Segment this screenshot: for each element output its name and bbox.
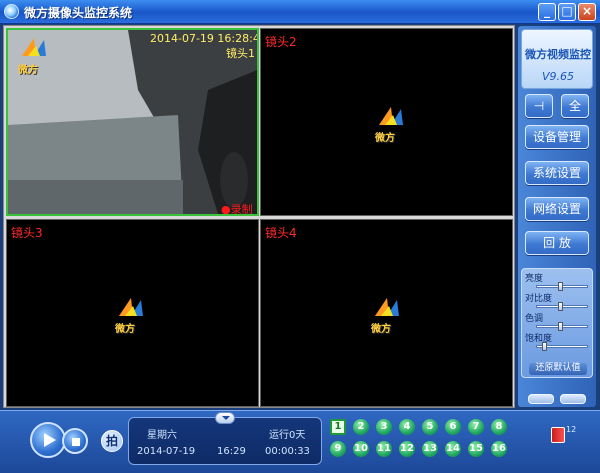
camera-pane-4[interactable]: 镜头4 微方 (260, 219, 513, 407)
camera-1-label: 镜头1 (226, 47, 255, 60)
restore-defaults-button[interactable]: 还原默认值 (529, 363, 587, 375)
channel-button-2[interactable]: 2 (353, 419, 369, 435)
bottom-bar: 拍 星期六 运行0天 2014-07-19 16:29 00:00:33 123… (0, 410, 600, 473)
channel-button-7[interactable]: 7 (468, 419, 484, 435)
channel-button-9[interactable]: 9 (330, 441, 346, 457)
device-management-button[interactable]: 设备管理 (525, 125, 589, 149)
pin-button[interactable]: ⊣ (525, 94, 553, 118)
hue-label: 色调 (525, 314, 544, 324)
app-icon (4, 4, 19, 19)
camera-3-label: 镜头3 (11, 226, 43, 240)
version-label: V9.65 (541, 70, 575, 83)
image-adjust-panel: 亮度 对比度 色调 饱和度 还原默认值 (521, 268, 593, 378)
logo-text: 微方 (115, 324, 135, 335)
weekday-text: 星期六 (147, 430, 177, 441)
close-button[interactable]: × (578, 3, 596, 21)
channel-button-12[interactable]: 12 (399, 441, 415, 457)
saturation-slider[interactable] (536, 342, 588, 351)
lock-button[interactable] (528, 394, 554, 404)
camera-pane-2[interactable]: 镜头2 微方 (260, 28, 513, 216)
channel-button-6[interactable]: 6 (445, 419, 461, 435)
recording-indicator: ●录制 (221, 203, 253, 216)
camera-pane-1[interactable]: 微方 2014-07-19 16:28:44 镜头1 ●录制 (6, 28, 259, 216)
logo-text: 微方 (371, 324, 391, 335)
slider-thumb[interactable] (542, 342, 547, 351)
network-settings-button[interactable]: 网络设置 (525, 197, 589, 221)
fullscreen-button[interactable]: 全 (561, 94, 589, 118)
camera-2-label: 镜头2 (265, 35, 297, 49)
status-panel: 星期六 运行0天 2014-07-19 16:29 00:00:33 (128, 412, 322, 465)
brightness-label: 亮度 (525, 274, 544, 284)
slider-thumb[interactable] (558, 322, 563, 331)
camera-4-label: 镜头4 (265, 226, 297, 240)
channel-button-14[interactable]: 14 (445, 441, 461, 457)
contrast-label: 对比度 (525, 294, 553, 304)
channel-button-15[interactable]: 15 (468, 441, 484, 457)
badge-text: 12 (566, 425, 577, 434)
saturation-label: 饱和度 (525, 334, 553, 344)
slider-thumb[interactable] (558, 282, 563, 291)
play-icon (44, 433, 56, 447)
chevron-down-icon[interactable] (215, 412, 235, 424)
side-title: 微方视频监控 (525, 48, 591, 61)
channel-button-13[interactable]: 13 (422, 441, 438, 457)
uptime-label: 运行0天 (269, 430, 306, 441)
minimize-button[interactable]: _ (538, 3, 556, 21)
stop-button[interactable] (62, 428, 88, 454)
video-grid: 微方 2014-07-19 16:28:44 镜头1 ●录制 镜头2 微方 镜头… (3, 25, 515, 408)
camera-timestamp: 2014-07-19 16:28:44 (150, 32, 259, 45)
system-settings-button[interactable]: 系统设置 (525, 161, 589, 185)
unlock-button[interactable] (560, 394, 586, 404)
slider-thumb[interactable] (558, 302, 563, 311)
contrast-slider[interactable] (536, 302, 588, 311)
camera-pane-3[interactable]: 镜头3 微方 (6, 219, 259, 407)
window-title: 微方摄像头监控系统 (24, 6, 133, 20)
channel-button-1[interactable]: 1 (330, 419, 346, 435)
channel-button-11[interactable]: 11 (376, 441, 392, 457)
time-text: 16:29 (217, 446, 246, 457)
channel-button-16[interactable]: 16 (491, 441, 507, 457)
logo-text: 微方 (18, 65, 38, 76)
playback-button[interactable]: 回 放 (525, 231, 589, 255)
uptime-text: 00:00:33 (265, 446, 310, 457)
channel-button-10[interactable]: 10 (353, 441, 369, 457)
snapshot-button[interactable]: 拍 (101, 430, 123, 452)
channel-button-5[interactable]: 5 (422, 419, 438, 435)
channel-button-4[interactable]: 4 (399, 419, 415, 435)
side-header: 微方视频监控 V9.65 (521, 29, 593, 89)
stop-icon (72, 438, 80, 446)
logo-text: 微方 (375, 133, 395, 144)
control-panel: 微方视频监控 V9.65 ⊣ 全 设备管理 系统设置 网络设置 回 放 亮度 对… (517, 25, 597, 408)
date-text: 2014-07-19 (137, 446, 196, 457)
maximize-button[interactable]: □ (558, 3, 576, 21)
title-bar: 微方摄像头监控系统 _ □ × (0, 0, 600, 24)
play-button[interactable] (30, 422, 66, 458)
hue-slider[interactable] (536, 322, 588, 331)
channel-button-8[interactable]: 8 (491, 419, 507, 435)
channel-button-3[interactable]: 3 (376, 419, 392, 435)
brightness-slider[interactable] (536, 282, 588, 291)
app-badge-icon (551, 427, 565, 443)
